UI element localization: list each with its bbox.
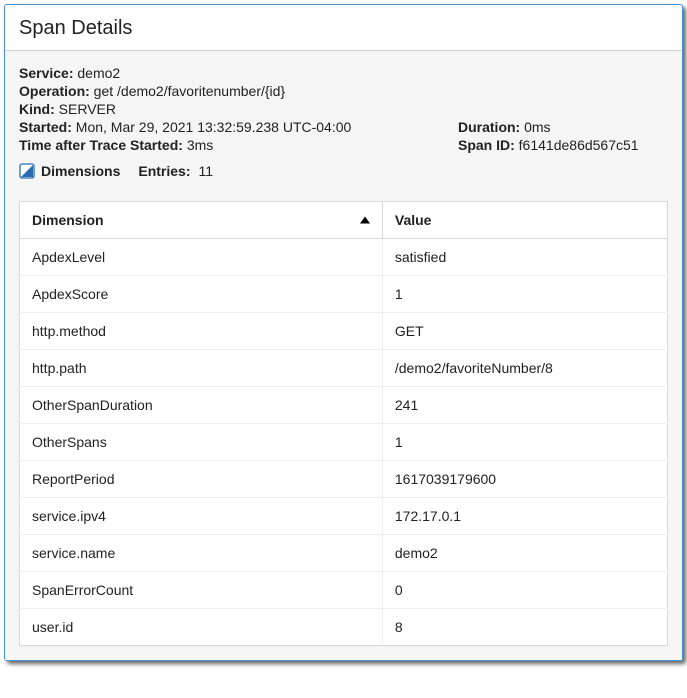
value-cell: /demo2/favoriteNumber/8 bbox=[382, 350, 667, 387]
table-row: user.id8 bbox=[20, 609, 668, 646]
time-after-value: 3ms bbox=[187, 137, 213, 153]
value-cell: satisfied bbox=[382, 239, 667, 276]
value-cell: GET bbox=[382, 313, 667, 350]
table-row: service.ipv4172.17.0.1 bbox=[20, 498, 668, 535]
table-container: Dimension Value ApdexLevelsatisfiedApdex… bbox=[5, 191, 682, 660]
entries-label: Entries: bbox=[138, 163, 190, 179]
value-cell: demo2 bbox=[382, 535, 667, 572]
dimension-cell: ApdexScore bbox=[20, 276, 383, 313]
started-label: Started: bbox=[19, 119, 72, 135]
table-row: OtherSpans1 bbox=[20, 424, 668, 461]
panel-title: Span Details bbox=[5, 5, 682, 51]
operation-value: get /demo2/favoritenumber/{id} bbox=[94, 83, 285, 99]
dimension-cell: service.ipv4 bbox=[20, 498, 383, 535]
table-row: http.methodGET bbox=[20, 313, 668, 350]
operation-label: Operation: bbox=[19, 83, 90, 99]
tab-dimensions-label: Dimensions bbox=[41, 163, 120, 179]
dimension-cell: user.id bbox=[20, 609, 383, 646]
value-cell: 1617039179600 bbox=[382, 461, 667, 498]
span-details-panel: Span Details Service: demo2 Operation: g… bbox=[4, 4, 683, 661]
dimensions-table: Dimension Value ApdexLevelsatisfiedApdex… bbox=[19, 201, 668, 646]
dimension-cell: OtherSpans bbox=[20, 424, 383, 461]
dimension-cell: http.path bbox=[20, 350, 383, 387]
table-row: OtherSpanDuration241 bbox=[20, 387, 668, 424]
span-id-label: Span ID: bbox=[458, 137, 515, 153]
time-after-label: Time after Trace Started: bbox=[19, 137, 183, 153]
span-id-value: f6141de86d567c51 bbox=[519, 137, 639, 153]
entries-counter: Entries: 11 bbox=[138, 163, 213, 179]
dimension-cell: OtherSpanDuration bbox=[20, 387, 383, 424]
service-label: Service: bbox=[19, 65, 73, 81]
kind-value: SERVER bbox=[59, 101, 116, 117]
duration-value: 0ms bbox=[524, 119, 550, 135]
table-row: SpanErrorCount0 bbox=[20, 572, 668, 609]
entries-count: 11 bbox=[198, 163, 213, 179]
value-cell: 0 bbox=[382, 572, 667, 609]
duration-label: Duration: bbox=[458, 119, 520, 135]
dimensions-icon bbox=[19, 163, 35, 179]
dimension-cell: service.name bbox=[20, 535, 383, 572]
col-header-value-label: Value bbox=[395, 212, 432, 228]
table-row: service.namedemo2 bbox=[20, 535, 668, 572]
kind-label: Kind: bbox=[19, 101, 55, 117]
table-row: ReportPeriod1617039179600 bbox=[20, 461, 668, 498]
tab-dimensions[interactable]: Dimensions bbox=[19, 163, 120, 179]
value-cell: 1 bbox=[382, 276, 667, 313]
table-row: ApdexScore1 bbox=[20, 276, 668, 313]
started-value: Mon, Mar 29, 2021 13:32:59.238 UTC-04:00 bbox=[76, 119, 352, 135]
table-row: ApdexLevelsatisfied bbox=[20, 239, 668, 276]
dimension-cell: ApdexLevel bbox=[20, 239, 383, 276]
col-header-value[interactable]: Value bbox=[382, 202, 667, 239]
value-cell: 8 bbox=[382, 609, 667, 646]
sort-asc-icon bbox=[360, 217, 370, 224]
value-cell: 1 bbox=[382, 424, 667, 461]
meta-section: Service: demo2 Operation: get /demo2/fav… bbox=[5, 51, 682, 191]
table-row: http.path/demo2/favoriteNumber/8 bbox=[20, 350, 668, 387]
dimension-cell: http.method bbox=[20, 313, 383, 350]
value-cell: 241 bbox=[382, 387, 667, 424]
value-cell: 172.17.0.1 bbox=[382, 498, 667, 535]
dimension-cell: SpanErrorCount bbox=[20, 572, 383, 609]
col-header-dimension-label: Dimension bbox=[32, 212, 104, 228]
tabs-row: Dimensions Entries: 11 bbox=[19, 163, 668, 183]
col-header-dimension[interactable]: Dimension bbox=[20, 202, 383, 239]
dimension-cell: ReportPeriod bbox=[20, 461, 383, 498]
service-value: demo2 bbox=[77, 65, 120, 81]
